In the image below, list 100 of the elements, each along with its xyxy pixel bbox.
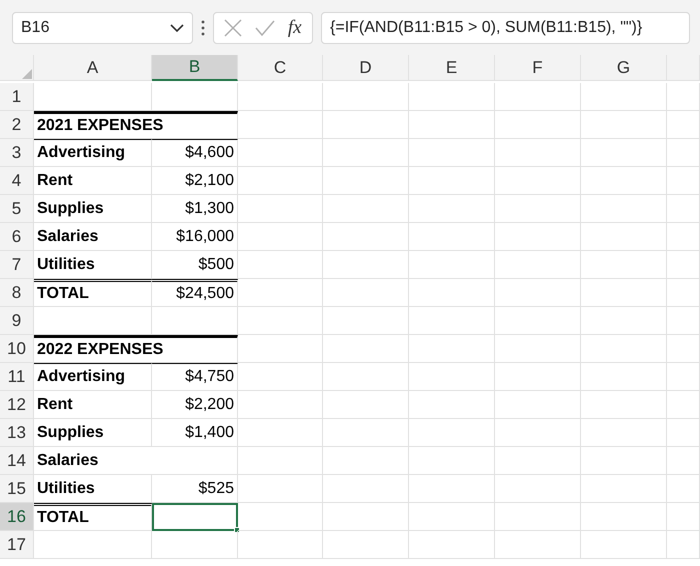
cancel-icon[interactable] [224,18,242,36]
empty-cell[interactable] [495,503,581,531]
empty-cell[interactable] [238,139,323,167]
empty-cell[interactable] [495,475,581,503]
empty-cell[interactable] [581,279,667,307]
empty-cell[interactable] [323,139,409,167]
empty-cell[interactable] [667,307,700,335]
empty-cell[interactable] [667,279,700,307]
empty-cell[interactable] [238,335,323,363]
empty-cell[interactable] [323,335,409,363]
empty-cell[interactable] [667,139,700,167]
empty-cell[interactable] [152,83,238,111]
empty-cell[interactable] [667,335,700,363]
empty-cell[interactable] [667,195,700,223]
empty-cell[interactable] [409,167,495,195]
empty-cell[interactable] [409,307,495,335]
empty-cell[interactable] [581,475,667,503]
row-header[interactable]: 17 [0,531,34,559]
empty-cell[interactable] [323,195,409,223]
column-header[interactable]: A [34,55,152,81]
empty-cell[interactable] [581,531,667,559]
empty-cell[interactable] [667,251,700,279]
empty-cell[interactable] [581,223,667,251]
empty-cell[interactable] [581,139,667,167]
empty-cell[interactable] [238,419,323,447]
empty-cell[interactable] [581,391,667,419]
empty-cell[interactable] [409,363,495,391]
empty-cell[interactable] [238,307,323,335]
column-header[interactable]: E [409,55,495,81]
row-header[interactable]: 7 [0,251,34,279]
row-header[interactable]: 2 [0,111,34,139]
empty-cell[interactable] [495,167,581,195]
row-header[interactable]: 13 [0,419,34,447]
empty-cell[interactable] [495,139,581,167]
empty-cell[interactable] [581,419,667,447]
empty-cell[interactable] [495,83,581,111]
empty-cell[interactable] [238,111,323,139]
empty-cell[interactable] [409,475,495,503]
empty-cell[interactable] [238,475,323,503]
empty-cell[interactable] [409,391,495,419]
empty-cell[interactable] [152,307,238,335]
empty-cell[interactable] [323,167,409,195]
column-header[interactable]: C [238,55,323,81]
empty-cell[interactable] [238,83,323,111]
empty-cell[interactable] [409,251,495,279]
row-header[interactable]: 10 [0,335,34,363]
empty-cell[interactable] [409,279,495,307]
empty-cell[interactable] [323,307,409,335]
empty-cell[interactable] [581,251,667,279]
row-header[interactable]: 12 [0,391,34,419]
empty-cell[interactable] [409,531,495,559]
row-header[interactable]: 9 [0,307,34,335]
empty-cell[interactable] [323,475,409,503]
empty-cell[interactable] [323,503,409,531]
empty-cell[interactable] [323,223,409,251]
empty-cell[interactable] [238,195,323,223]
row-header[interactable]: 14 [0,447,34,475]
empty-cell[interactable] [495,223,581,251]
empty-cell[interactable] [238,363,323,391]
column-header[interactable]: G [581,55,667,81]
empty-cell[interactable] [581,447,667,475]
empty-cell[interactable] [238,167,323,195]
empty-cell[interactable] [238,223,323,251]
empty-cell[interactable] [667,83,700,111]
empty-cell[interactable] [667,363,700,391]
empty-cell[interactable] [667,167,700,195]
empty-cell[interactable] [495,307,581,335]
column-header[interactable]: D [323,55,409,81]
empty-cell[interactable] [495,195,581,223]
empty-cell[interactable] [495,111,581,139]
select-all-icon[interactable] [21,68,33,80]
empty-cell[interactable] [409,335,495,363]
insert-function-button[interactable]: fx [288,18,302,37]
empty-cell[interactable] [238,503,323,531]
column-header[interactable] [667,55,700,81]
empty-cell[interactable] [581,167,667,195]
empty-cell[interactable] [495,447,581,475]
empty-cell[interactable] [409,195,495,223]
row-header[interactable]: 1 [0,83,34,111]
empty-cell[interactable] [238,391,323,419]
empty-cell[interactable] [323,279,409,307]
row-header[interactable]: 11 [0,363,34,391]
row-header[interactable]: 15 [0,475,34,503]
name-box[interactable]: B16 [12,12,193,44]
empty-cell[interactable] [409,419,495,447]
empty-cell[interactable] [581,503,667,531]
empty-cell[interactable] [667,419,700,447]
row-header[interactable]: 4 [0,167,34,195]
empty-cell[interactable] [409,139,495,167]
empty-cell[interactable] [667,475,700,503]
empty-cell[interactable] [667,531,700,559]
enter-icon[interactable] [255,20,276,36]
empty-cell[interactable] [238,279,323,307]
formula-bar[interactable]: {=IF(AND(B11:B15 > 0), SUM(B11:B15), "")} [321,12,690,44]
empty-cell[interactable] [667,111,700,139]
empty-cell[interactable] [581,307,667,335]
empty-cell[interactable] [667,447,700,475]
empty-cell[interactable] [667,503,700,531]
empty-cell[interactable] [238,251,323,279]
empty-cell[interactable] [495,279,581,307]
